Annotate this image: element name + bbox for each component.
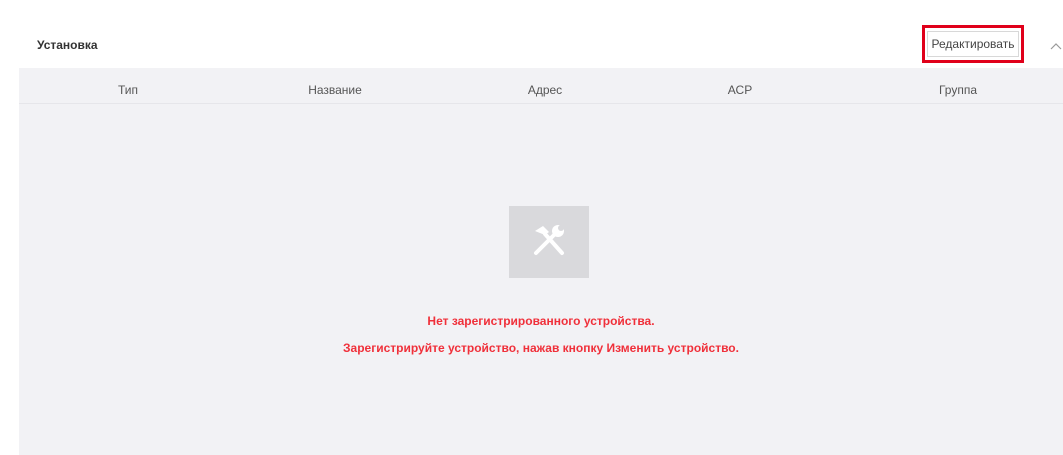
tools-icon bbox=[509, 206, 589, 278]
column-header-name[interactable]: Название bbox=[308, 83, 362, 97]
column-header-acp[interactable]: АСР bbox=[728, 83, 752, 97]
empty-message-title: Нет зарегистрированного устройства. bbox=[427, 314, 655, 328]
chevron-up-icon[interactable] bbox=[1050, 38, 1062, 50]
column-header-address[interactable]: Адрес bbox=[528, 83, 562, 97]
panel-title: Установка bbox=[37, 38, 98, 52]
edit-button[interactable]: Редактировать bbox=[927, 31, 1019, 57]
empty-message-hint: Зарегистрируйте устройство, нажав кнопку… bbox=[343, 341, 739, 355]
table-header: Тип Название Адрес АСР Группа bbox=[19, 70, 1063, 104]
column-header-type[interactable]: Тип bbox=[118, 83, 138, 97]
column-header-group[interactable]: Группа bbox=[939, 83, 977, 97]
panel-header: Установка Редактировать bbox=[19, 19, 1063, 68]
device-panel: Установка Редактировать Тип Название Адр… bbox=[19, 19, 1063, 455]
